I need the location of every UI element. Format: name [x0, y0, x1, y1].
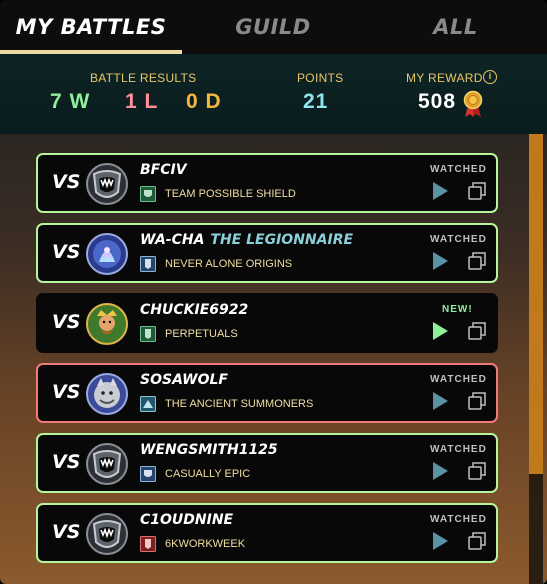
copy-icon[interactable]: [468, 532, 486, 550]
watched-status: WATCHED: [430, 444, 487, 455]
copy-icon[interactable]: [468, 182, 486, 200]
spirit-mage-avatar: [86, 233, 128, 275]
play-icon[interactable]: [431, 251, 449, 271]
scrollbar[interactable]: [529, 134, 543, 584]
blue-crest-icon: [140, 466, 156, 482]
watched-status: WATCHED: [430, 374, 487, 385]
draws-count: 0 D: [186, 90, 222, 113]
info-icon[interactable]: i: [483, 70, 497, 84]
tab-all[interactable]: ALL: [364, 0, 547, 54]
grey-beast-avatar: [86, 373, 128, 415]
wins-count: 7 W: [50, 90, 91, 113]
battle-card[interactable]: VS WENGSMITH1125 CASUALLY EPIC WATCHED: [36, 433, 498, 493]
tab-bar: MY BATTLES GUILD ALL: [0, 0, 547, 54]
battle-card[interactable]: VS BFCIV TEAM POSSIBLE SHIELD WATCHED: [36, 153, 498, 213]
opponent-name: WA-CHA THE LEGIONNAIRE: [140, 232, 354, 248]
play-icon[interactable]: [431, 461, 449, 481]
opponent-name: CHUCKIE6922: [140, 302, 249, 318]
vs-label: VS: [52, 311, 81, 333]
battle-list[interactable]: VS BFCIV TEAM POSSIBLE SHIELD WATCHED VS…: [0, 134, 547, 584]
play-icon[interactable]: [431, 321, 449, 341]
guild-name: PERPETUALS: [165, 328, 238, 340]
watched-status: WATCHED: [430, 514, 487, 525]
battle-card[interactable]: VS WA-CHA THE LEGIONNAIRE NEVER ALONE ORI…: [36, 223, 498, 283]
watched-status: WATCHED: [430, 164, 487, 175]
battle-card[interactable]: VS CHUCKIE6922 PERPETUALS NEW!: [36, 293, 498, 353]
vs-label: VS: [52, 521, 81, 543]
battle-card[interactable]: VS SOSAWOLF THE ANCIENT SUMMONERS WATCHE…: [36, 363, 498, 423]
battle-results-label: BATTLE RESULTS: [90, 71, 197, 85]
reward-medal-icon: [463, 90, 483, 117]
tab-guild[interactable]: GUILD: [182, 0, 364, 54]
opponent-title: THE LEGIONNAIRE: [210, 232, 354, 248]
vs-label: VS: [52, 241, 81, 263]
battles-panel: MY BATTLES GUILD ALL BATTLE RESULTS POIN…: [0, 0, 547, 584]
opponent-name: BFCIV: [140, 162, 187, 178]
green-crest-icon: [140, 186, 156, 202]
guild-name: THE ANCIENT SUMMONERS: [165, 398, 314, 410]
losses-count: 1 L: [125, 90, 159, 113]
play-icon[interactable]: [431, 181, 449, 201]
opponent-name: SOSAWOLF: [140, 372, 228, 388]
guild-name: CASUALLY EPIC: [165, 468, 251, 480]
play-icon[interactable]: [431, 391, 449, 411]
new-status-badge: NEW!: [442, 304, 473, 315]
blue-crest-icon: [140, 256, 156, 272]
fanged-shield-avatar: [86, 513, 128, 555]
fanged-shield-avatar: [86, 443, 128, 485]
bearded-king-avatar: [86, 303, 128, 345]
watched-status: WATCHED: [430, 234, 487, 245]
reward-value: 508: [418, 90, 457, 113]
battle-card[interactable]: VS C1OUDNINE 6KWORKWEEK WATCHED: [36, 503, 498, 563]
fanged-shield-avatar: [86, 163, 128, 205]
reward-label: MY REWARD: [406, 71, 483, 85]
red-crest-icon: [140, 536, 156, 552]
tab-my-battles[interactable]: MY BATTLES: [0, 0, 182, 54]
vs-label: VS: [52, 451, 81, 473]
copy-icon[interactable]: [468, 322, 486, 340]
points-value: 21: [303, 90, 329, 113]
vs-label: VS: [52, 171, 81, 193]
play-icon[interactable]: [431, 531, 449, 551]
vs-label: VS: [52, 381, 81, 403]
guild-name: 6KWORKWEEK: [165, 538, 246, 550]
copy-icon[interactable]: [468, 392, 486, 410]
points-label: POINTS: [297, 71, 344, 85]
opponent-name: C1OUDNINE: [140, 512, 234, 528]
opponent-name: WENGSMITH1125: [140, 442, 278, 458]
scrollbar-thumb[interactable]: [529, 134, 543, 474]
guild-name: TEAM POSSIBLE SHIELD: [165, 188, 296, 200]
copy-icon[interactable]: [468, 252, 486, 270]
guild-name: NEVER ALONE ORIGINS: [165, 258, 293, 270]
green-crest-icon: [140, 326, 156, 342]
copy-icon[interactable]: [468, 462, 486, 480]
stats-bar: BATTLE RESULTS POINTS MY REWARD i 7 W 1 …: [0, 54, 547, 134]
cyan-crest-icon: [140, 396, 156, 412]
